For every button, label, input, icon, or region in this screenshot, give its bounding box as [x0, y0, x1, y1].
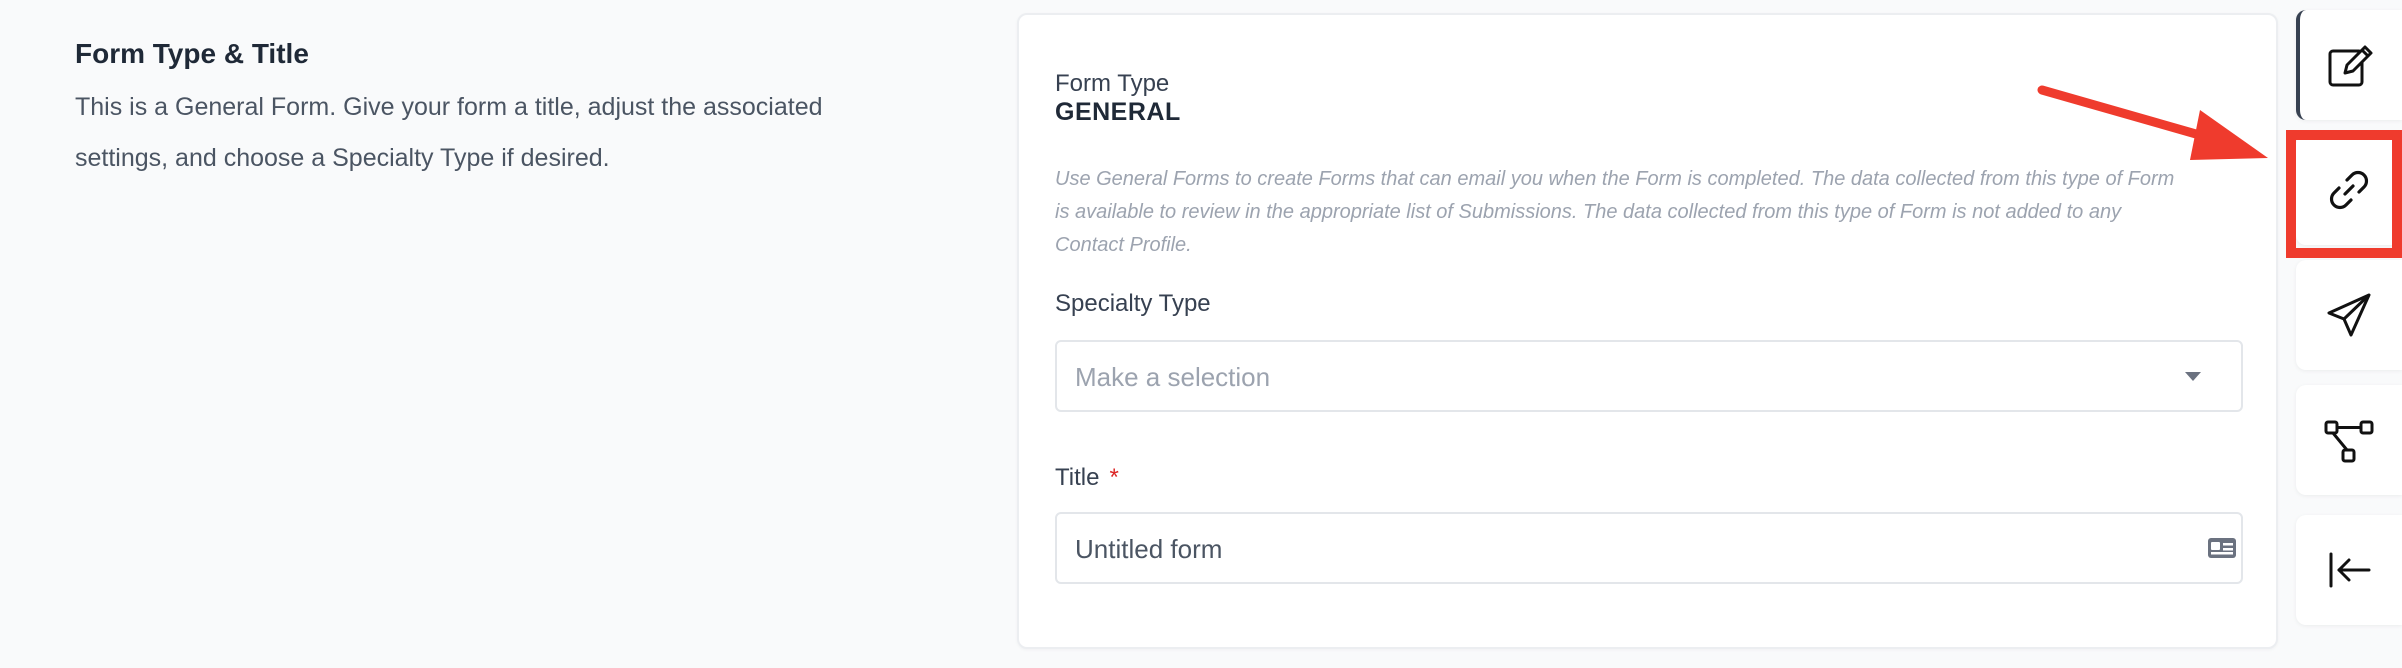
form-type-help-text: Use General Forms to create Forms that c…	[1055, 163, 2255, 262]
form-type-label: Form Type	[1055, 70, 1170, 97]
help-line-2: is available to review in the appropriat…	[1055, 201, 2122, 223]
specialty-type-label: Specialty Type	[1055, 290, 1211, 317]
help-line-1: Use General Forms to create Forms that c…	[1055, 168, 2175, 190]
intro-section: Form Type & Title This is a General Form…	[75, 34, 935, 184]
toolbar-workflow-button[interactable]	[2296, 385, 2402, 495]
title-label: Title *	[1055, 462, 1119, 494]
edit-icon	[2328, 45, 2373, 87]
annotation-highlight-box	[2286, 130, 2402, 258]
required-mark: *	[1109, 464, 1119, 491]
form-type-value: GENERAL	[1055, 98, 1181, 126]
title-label-text: Title	[1055, 464, 1100, 491]
title-field[interactable]	[1055, 512, 2243, 584]
toolbar-collapse-button[interactable]	[2296, 515, 2402, 625]
section-description: This is a General Form. Give your form a…	[75, 82, 935, 184]
section-description-line-1: This is a General Form. Give your form a…	[75, 93, 823, 121]
section-description-line-2: settings, and choose a Specialty Type if…	[75, 144, 610, 172]
toolbar-edit-button[interactable]	[2296, 10, 2402, 120]
specialty-type-select[interactable]: Make a selection	[1055, 340, 2243, 412]
annotation-arrow-icon	[2037, 85, 2268, 160]
title-input[interactable]	[1073, 524, 2157, 574]
section-title: Form Type & Title	[75, 38, 309, 69]
chevron-down-icon	[2185, 372, 2201, 381]
specialty-type-placeholder: Make a selection	[1075, 362, 1271, 392]
form-settings-page: Form Type & Title This is a General Form…	[0, 0, 2402, 668]
toolbar-send-button[interactable]	[2296, 260, 2402, 370]
help-line-3: Contact Profile.	[1055, 234, 1192, 256]
collapse-icon	[2329, 552, 2371, 588]
send-icon	[2327, 293, 2371, 337]
workflow-icon	[2324, 420, 2374, 463]
contact-card-icon[interactable]	[2207, 536, 2237, 560]
